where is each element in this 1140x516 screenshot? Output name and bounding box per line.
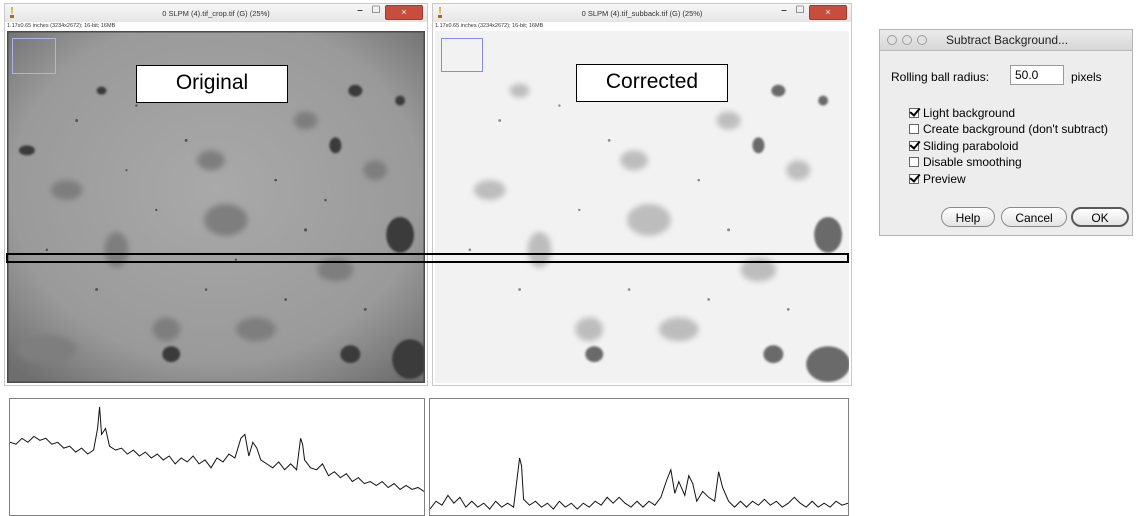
option-create-background[interactable]: Create background (don't subtract) <box>909 122 1108 136</box>
rolling-ball-radius-input[interactable] <box>1010 65 1064 85</box>
original-image-window[interactable]: 0 SLPM (4).tif_crop.tif (G) (25%) – ☐ × … <box>4 3 428 386</box>
maximize-button[interactable]: ☐ <box>369 5 383 18</box>
option-label: Sliding paraboloid <box>923 139 1019 153</box>
corrected-label: Corrected <box>576 64 728 102</box>
option-label: Disable smoothing <box>923 155 1022 169</box>
zoom-window-button[interactable] <box>917 35 927 45</box>
original-profile-curve <box>10 406 424 492</box>
corrected-profile-plot <box>429 398 849 516</box>
image-info: 1.17x0.65 inches (3234x2672); 16-bit; 16… <box>435 23 544 29</box>
radius-unit-label: pixels <box>1071 70 1102 84</box>
window-titlebar[interactable]: 0 SLPM (4).tif_crop.tif (G) (25%) – ☐ × <box>5 4 427 22</box>
image-info: 1.17x0.65 inches (3234x2672); 16-bit; 16… <box>7 23 116 29</box>
zoom-navigator-rect[interactable] <box>441 38 483 72</box>
ok-button[interactable]: OK <box>1071 207 1129 227</box>
dialog-title: Subtract Background... <box>946 33 1069 47</box>
minimize-button[interactable]: – <box>353 5 367 18</box>
minimize-window-button[interactable] <box>902 35 912 45</box>
option-light-background[interactable]: Light background <box>909 106 1015 120</box>
profile-line-selection[interactable] <box>6 253 849 263</box>
checkbox[interactable] <box>909 157 919 167</box>
dialog-titlebar[interactable]: Subtract Background... <box>880 30 1132 51</box>
option-label: Create background (don't subtract) <box>923 122 1109 136</box>
option-preview[interactable]: Preview <box>909 172 966 186</box>
option-label: Preview <box>923 172 966 186</box>
original-profile-plot <box>9 398 425 516</box>
window-titlebar[interactable]: 0 SLPM (4).tif_subback.tif (G) (25%) – ☐… <box>433 4 851 22</box>
help-button[interactable]: Help <box>941 207 995 227</box>
subtract-background-dialog[interactable]: Subtract Background... Rolling ball radi… <box>879 29 1133 236</box>
option-disable-smoothing[interactable]: Disable smoothing <box>909 155 1022 169</box>
close-button[interactable]: × <box>385 5 423 20</box>
checkbox[interactable] <box>909 108 919 118</box>
close-button[interactable]: × <box>809 5 847 20</box>
corrected-image-window[interactable]: 0 SLPM (4).tif_subback.tif (G) (25%) – ☐… <box>432 3 852 386</box>
checkbox[interactable] <box>909 174 919 184</box>
option-sliding-paraboloid[interactable]: Sliding paraboloid <box>909 139 1018 153</box>
original-label: Original <box>136 65 288 103</box>
cancel-button[interactable]: Cancel <box>1001 207 1067 227</box>
maximize-button[interactable]: ☐ <box>793 5 807 18</box>
checkbox[interactable] <box>909 141 919 151</box>
close-window-button[interactable] <box>887 35 897 45</box>
zoom-navigator-rect[interactable] <box>12 38 56 74</box>
checkbox[interactable] <box>909 124 919 134</box>
option-label: Light background <box>923 106 1016 120</box>
corrected-profile-curve <box>430 457 848 510</box>
minimize-button[interactable]: – <box>777 5 791 18</box>
rolling-ball-radius-label: Rolling ball radius: <box>891 70 990 84</box>
